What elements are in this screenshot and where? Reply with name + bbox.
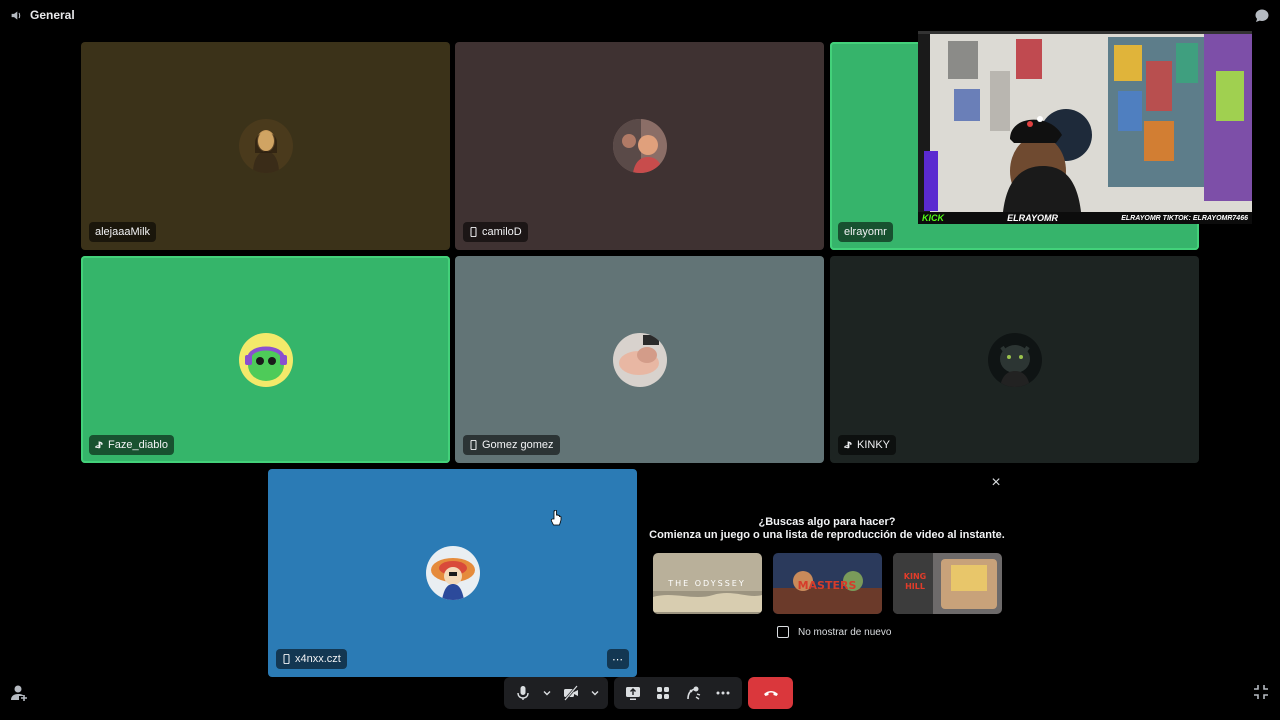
microphone-icon [517,686,529,700]
stream-webcam-overlay: KICK ELRAYOMR ELRAYOMR TIKTOK: ELRAYOMR7… [918,31,1252,224]
webcam-feed [918,31,1252,224]
channel-name: General [30,8,75,22]
screen-share-button[interactable] [620,680,646,706]
minimize-fullscreen-icon[interactable] [1253,684,1269,700]
screen-share-icon [626,687,640,700]
participant-name: Faze_diablo [108,439,168,451]
activities-icon [657,687,669,699]
participant-tile[interactable]: x4nxx.czt ⋯ [268,469,637,677]
participant-tile[interactable]: Faze_diablo [81,256,450,463]
avatar [425,546,480,600]
mobile-icon [470,440,477,450]
participant-name-tag: Faze_diablo [89,435,174,455]
participant-name: KINKY [857,439,891,451]
activity-subtitle: Comienza un juego o una lista de reprodu… [649,529,1005,541]
soundboard-button[interactable] [680,680,706,706]
hang-up-icon [763,691,778,696]
participant-name-tag: alejaaaMilk [89,222,157,242]
avatar [612,332,667,387]
activity-suggestion-panel: × ¿Buscas algo para hacer? Comienza un j… [642,469,1012,677]
mic-options-button[interactable] [540,680,554,706]
microphone-button[interactable] [510,680,536,706]
svg-text:KING: KING [904,572,926,581]
invite-icon[interactable] [10,684,28,702]
activities-button[interactable] [650,680,676,706]
top-bar: General [0,0,1280,32]
kick-logo: KICK [922,213,944,223]
svg-text:THE ODYSSEY: THE ODYSSEY [667,579,746,588]
call-controls [504,677,793,709]
participant-name-tag: camiloD [463,222,528,242]
chevron-down-icon [591,691,599,696]
speaker-icon [11,10,21,20]
dont-show-checkbox[interactable] [777,626,789,638]
social-handles: ELRAYOMR TIKTOK: ELRAYOMR7466 [1121,214,1248,222]
avatar [238,119,293,173]
avatar [987,332,1042,387]
activity-card-masters[interactable]: MASTERS [773,553,882,614]
more-icon [716,691,730,695]
participant-tile[interactable]: Gomez gomez [455,256,824,463]
dont-show-label: No mostrar de nuevo [798,626,892,638]
participant-tile[interactable]: camiloD [455,42,824,250]
more-options-button[interactable] [710,680,736,706]
stream-handle: ELRAYOMR [1007,213,1059,223]
action-controls [614,677,742,709]
avatar [238,332,293,387]
activity-cards: THE ODYSSEY MASTERS KING HILL [653,553,1002,614]
mobile-icon [470,227,477,237]
participant-name: elrayomr [844,226,887,238]
disconnect-button[interactable] [748,677,793,709]
participant-tile[interactable]: alejaaaMilk [81,42,450,250]
playstation-icon [844,441,852,449]
participant-name-tag: Gomez gomez [463,435,560,455]
close-icon[interactable]: × [988,475,1004,491]
participant-name-tag: KINKY [838,435,897,455]
participant-name-tag: elrayomr [838,222,893,242]
camera-button[interactable] [558,680,584,706]
participant-name: alejaaaMilk [95,226,151,238]
activity-title: ¿Buscas algo para hacer? [758,516,896,528]
participant-name: camiloD [482,226,522,238]
hand-cursor-icon [550,510,562,526]
stream-banner: KICK ELRAYOMR ELRAYOMR TIKTOK: ELRAYOMR7… [918,212,1252,224]
channel-header[interactable]: General [10,8,75,22]
soundboard-icon [687,686,701,700]
chevron-down-icon [543,691,551,696]
playstation-icon [95,441,103,449]
participant-name-tag: x4nxx.czt [276,649,347,669]
camera-options-button[interactable] [588,680,602,706]
svg-text:HILL: HILL [905,582,925,591]
activity-card-odyssey[interactable]: THE ODYSSEY [653,553,762,614]
chat-bubble-icon[interactable] [1254,8,1270,24]
dont-show-again[interactable]: No mostrar de nuevo [777,626,891,638]
avatar [612,119,667,173]
svg-text:MASTERS: MASTERS [798,579,857,592]
tile-more-button[interactable]: ⋯ [607,649,629,669]
activity-card-king-of-the-hill[interactable]: KING HILL [893,553,1002,614]
overlay-edge [918,31,1252,34]
camera-off-icon [564,685,578,701]
participant-tile[interactable]: KINKY [830,256,1199,463]
mic-controls [504,677,608,709]
mobile-icon [283,654,290,664]
participant-name: Gomez gomez [482,439,554,451]
participant-name: x4nxx.czt [295,653,341,665]
